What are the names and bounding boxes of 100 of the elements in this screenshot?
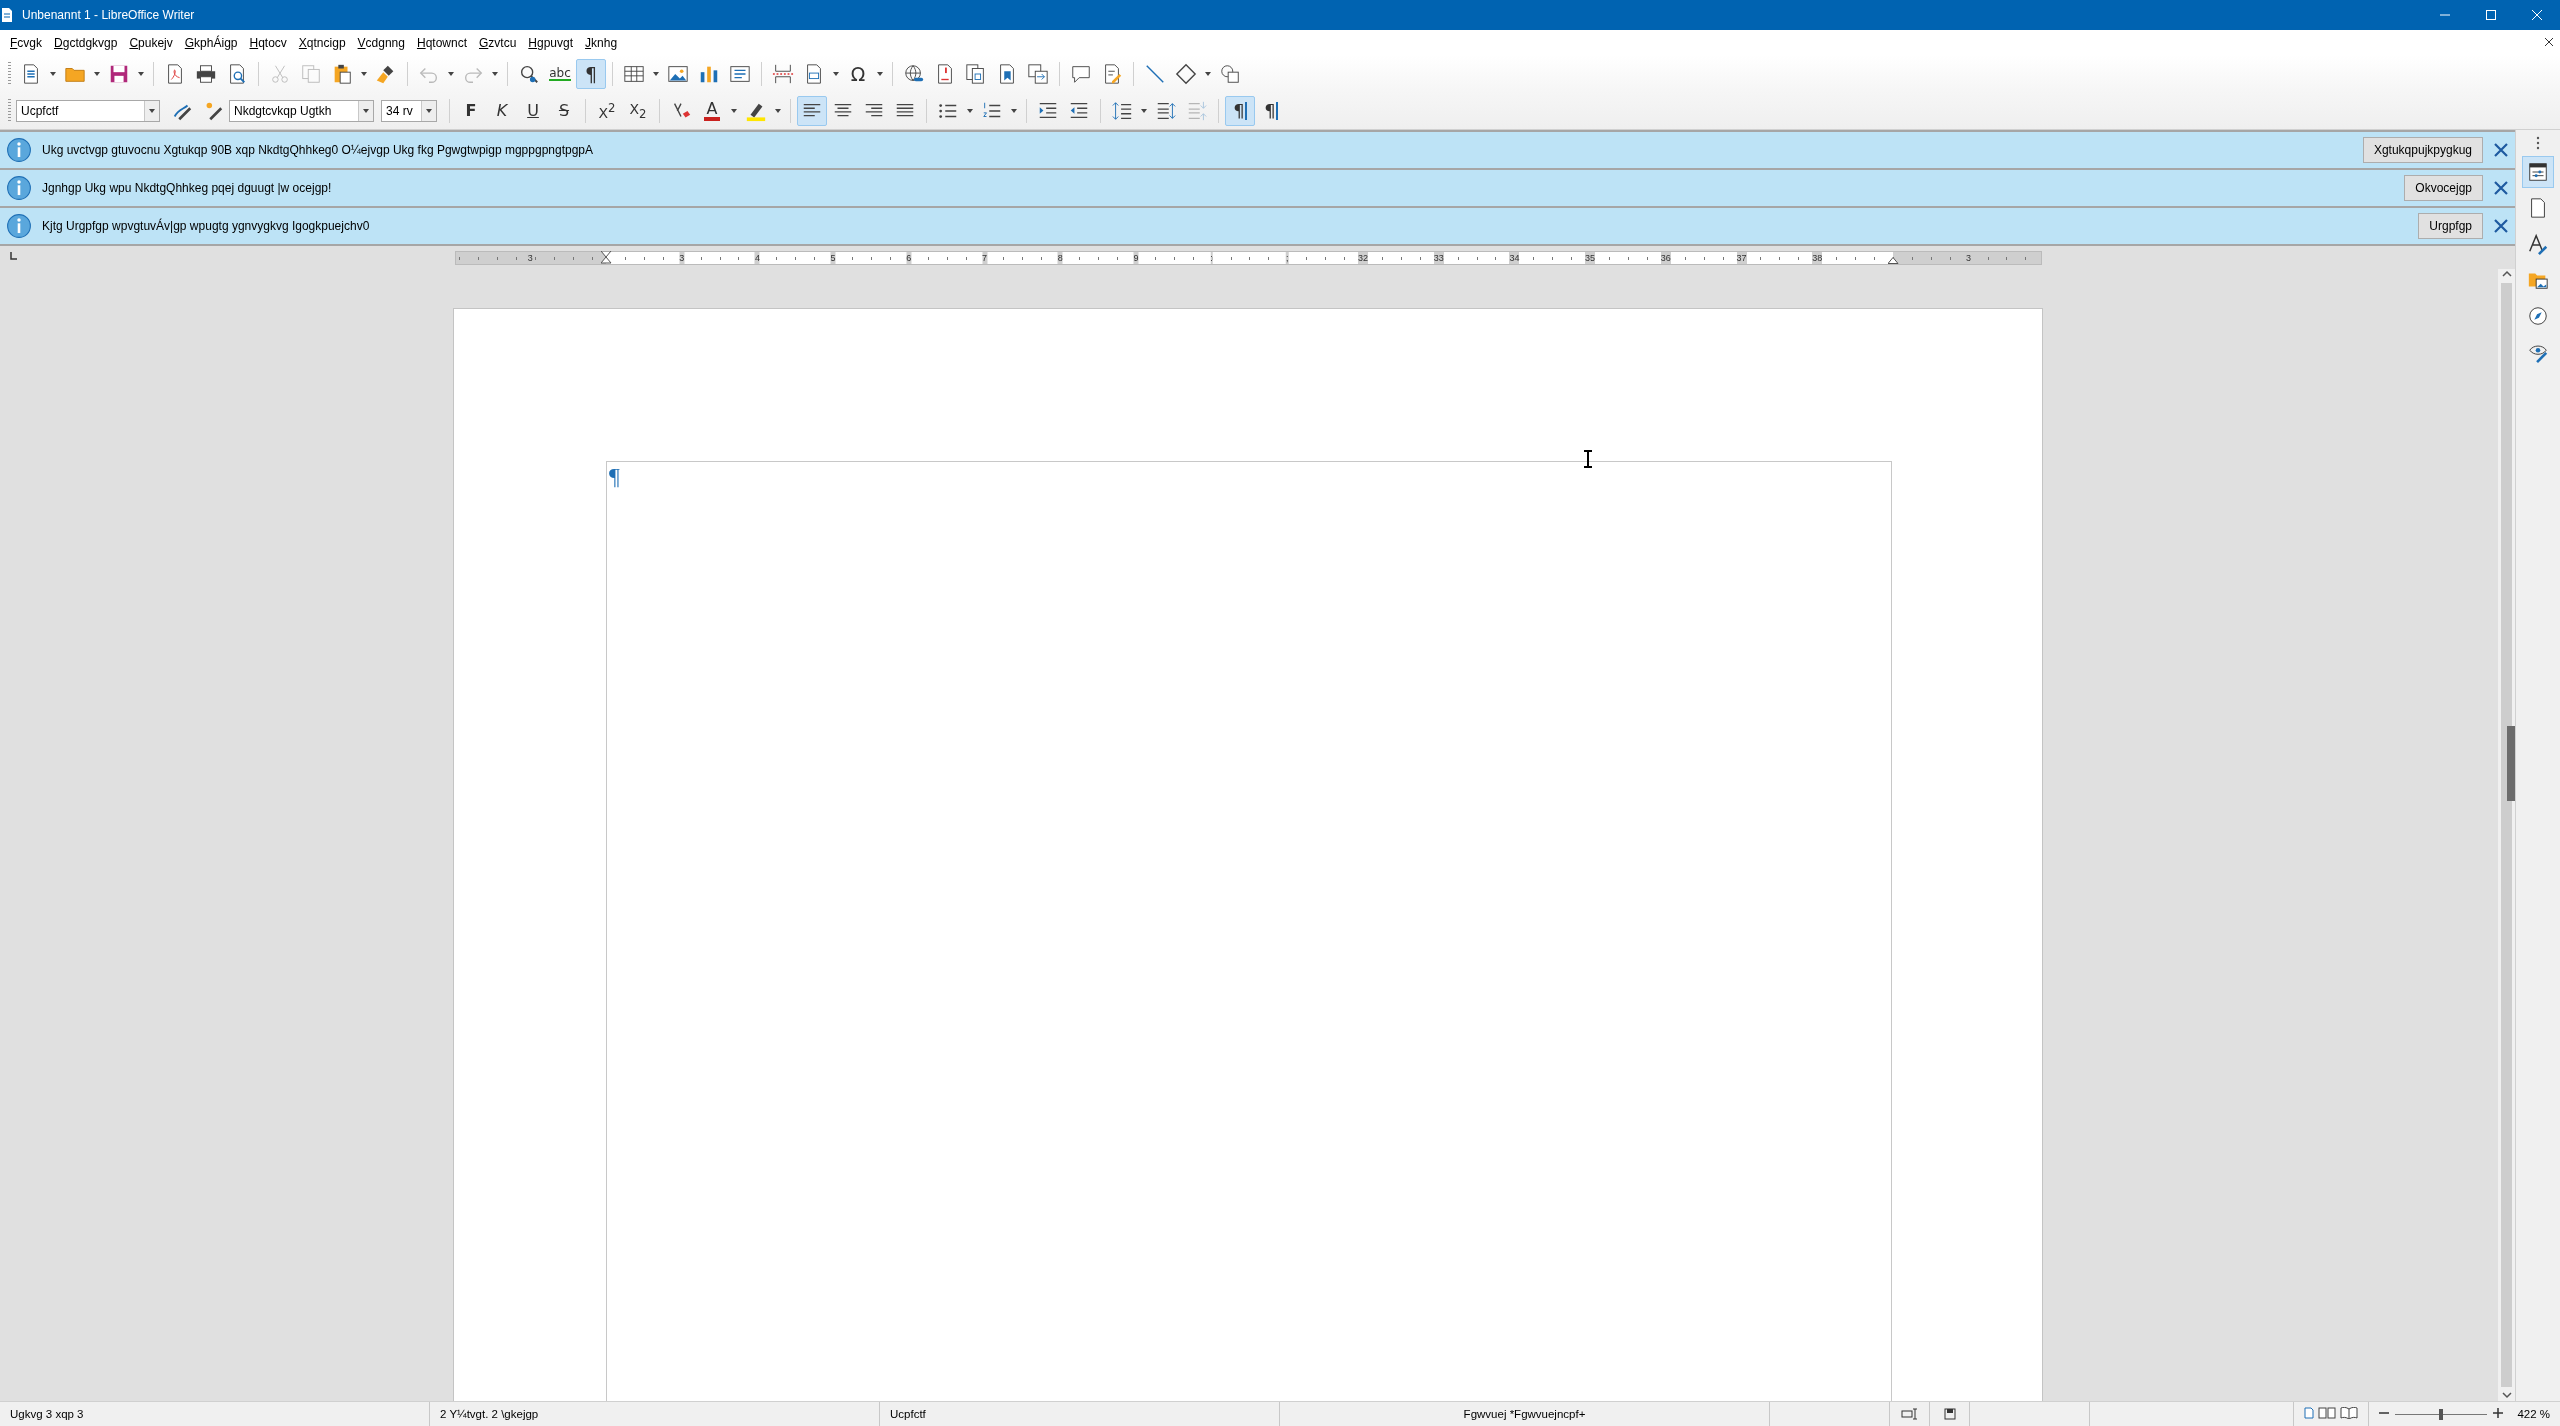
bold-button[interactable]: F xyxy=(456,96,486,126)
single-page-icon xyxy=(2304,1407,2315,1419)
formatting-marks-button[interactable]: ¶ xyxy=(576,59,606,89)
menu-item[interactable]: Dgctdgkvgp xyxy=(48,32,124,53)
align-left-button[interactable] xyxy=(797,96,827,126)
close-icon xyxy=(2493,218,2509,234)
text-language[interactable]: Fgwvuej *Fgwvuejncpf+ xyxy=(1463,1408,1586,1420)
dropdown-button[interactable] xyxy=(358,101,373,121)
save-status-icon xyxy=(1943,1408,1956,1420)
ruler-number: 37 xyxy=(1736,251,1747,264)
caret-icon xyxy=(730,107,738,115)
caret-icon xyxy=(832,70,840,78)
menu-item[interactable]: Vcdgnng xyxy=(351,32,411,53)
navigator-icon xyxy=(2527,305,2549,327)
properties-icon xyxy=(2527,161,2549,183)
styles-icon xyxy=(2527,233,2549,255)
caret-icon xyxy=(137,70,145,78)
line-spacing-icon xyxy=(1111,100,1133,122)
scrollbar-thumb[interactable] xyxy=(2501,283,2512,1387)
close-icon xyxy=(2531,9,2543,21)
single-page-view-button[interactable] xyxy=(2304,1407,2315,1421)
ruler-number: 35 xyxy=(1585,251,1596,264)
info-icon xyxy=(6,213,32,239)
font-color-button[interactable]: A xyxy=(697,96,727,126)
line-icon xyxy=(1144,63,1166,85)
book-view-button[interactable] xyxy=(2340,1407,2359,1421)
close-icon xyxy=(2544,36,2554,47)
sidebar-tab[interactable] xyxy=(2522,156,2554,188)
dropdown-button[interactable] xyxy=(144,101,159,121)
more-icon xyxy=(2536,136,2540,150)
paragraph-style-field[interactable]: Ucpfctf xyxy=(16,100,160,122)
dropdown-button[interactable] xyxy=(421,101,436,121)
ruler-number: 32 xyxy=(1358,251,1368,264)
right-to-left-button[interactable]: ¶ xyxy=(1256,96,1286,126)
infobar-button[interactable]: Urgpfgp xyxy=(2418,213,2483,239)
plus-icon xyxy=(2493,1408,2504,1418)
page-break-icon xyxy=(772,63,794,85)
caret-icon xyxy=(876,70,884,78)
infobar-message: Ukg uvctvgp gtuvocnu Xgtukqp 90B xqp NkdtgQhhkeg0 O¼ejvgp Ukg fkg Pgwgtwpigp mgppgpngtpgpA xyxy=(42,143,594,157)
insert-mode-icon xyxy=(1900,1408,1919,1420)
menu-item[interactable]: Gzvtcu xyxy=(473,32,523,53)
zoom-in-button[interactable] xyxy=(2493,1408,2504,1420)
menu-item[interactable]: Cpukejv xyxy=(123,32,179,53)
zoom-slider-thumb[interactable] xyxy=(2439,1409,2444,1420)
window-title: Unbenannt 1 - LibreOffice Writer xyxy=(21,8,196,22)
menu-item[interactable]: Jknhg xyxy=(579,32,624,53)
shapes-icon xyxy=(1175,63,1197,85)
ruler-number: : xyxy=(1210,251,1213,264)
print-icon xyxy=(195,63,217,85)
paragraph-mark: ¶ xyxy=(609,464,620,488)
ruler-number: 33 xyxy=(1433,251,1444,264)
left-to-right-button[interactable]: ¶ xyxy=(1225,96,1255,126)
page-count[interactable]: Ugkvg 3 xqp 3 xyxy=(10,1408,84,1420)
sidebar-menu-button[interactable] xyxy=(2536,134,2540,152)
text-cursor-icon xyxy=(1582,450,1594,468)
zoom-percentage[interactable]: 422 % xyxy=(2517,1408,2550,1420)
cut-icon xyxy=(269,63,291,85)
vertical-scrollbar[interactable] xyxy=(2498,269,2515,1401)
caret-icon xyxy=(425,107,433,115)
infobar-button[interactable]: Xgtukqpujkpygkug xyxy=(2362,137,2483,163)
open-book-icon xyxy=(2340,1407,2359,1419)
ruler-number: 4 xyxy=(754,251,760,264)
menu-item[interactable]: GkphÁigp xyxy=(178,32,244,53)
ruler-number: 5 xyxy=(830,251,836,264)
caret-icon xyxy=(1010,107,1018,115)
ruler-number: 9 xyxy=(1133,251,1139,264)
superscript-button[interactable]: X$^{2}$ xyxy=(592,96,622,126)
image-icon xyxy=(667,63,689,85)
strikethrough-button[interactable]: S xyxy=(549,96,579,126)
menu-item[interactable]: Hqtownct xyxy=(410,32,473,53)
decrease-paragraph-spacing-icon xyxy=(1186,100,1208,122)
close-infobar-button[interactable] xyxy=(2493,218,2509,234)
infobar-button[interactable]: Okvocejgp xyxy=(2404,175,2483,201)
ruler-number: 6 xyxy=(906,251,912,264)
menu-item[interactable]: Fcvgk xyxy=(4,32,49,53)
italic-button[interactable]: K xyxy=(487,96,517,126)
special-character-button[interactable]: Ω xyxy=(843,59,873,89)
zoom-slider[interactable] xyxy=(2395,1408,2488,1420)
sidebar-collapse-handle[interactable] xyxy=(2507,726,2515,801)
subscript-button[interactable]: X$_{2}$ xyxy=(623,96,653,126)
tab-stop-icon xyxy=(10,252,18,260)
table-icon xyxy=(623,63,645,85)
increase-paragraph-spacing-icon xyxy=(1155,100,1177,122)
close-infobar-button[interactable] xyxy=(2493,142,2509,158)
multi-page-view-button[interactable] xyxy=(2318,1407,2337,1421)
close-infobar-button[interactable] xyxy=(2493,180,2509,196)
ruler-number: 8 xyxy=(1057,251,1063,264)
caret-icon xyxy=(362,107,370,115)
menu-item[interactable]: Hgpuvgt xyxy=(522,32,580,53)
spelling-button[interactable]: abc xyxy=(545,59,575,89)
font-name-field[interactable]: Nkdgtcvkqp Ugtkh xyxy=(229,100,374,122)
menu-item[interactable]: Hqtocv xyxy=(243,32,293,53)
ruler-number: 34 xyxy=(1509,251,1520,264)
font-size-field[interactable]: 34 rv xyxy=(381,100,437,122)
menu-item[interactable]: Xqtncigp xyxy=(292,32,352,53)
ruler-number: 36 xyxy=(1660,251,1671,264)
comment-icon xyxy=(1070,63,1092,85)
two-pages-icon xyxy=(2318,1407,2337,1419)
page-style[interactable]: Ucpfctf xyxy=(890,1408,926,1420)
underline-button[interactable]: U xyxy=(518,96,548,126)
